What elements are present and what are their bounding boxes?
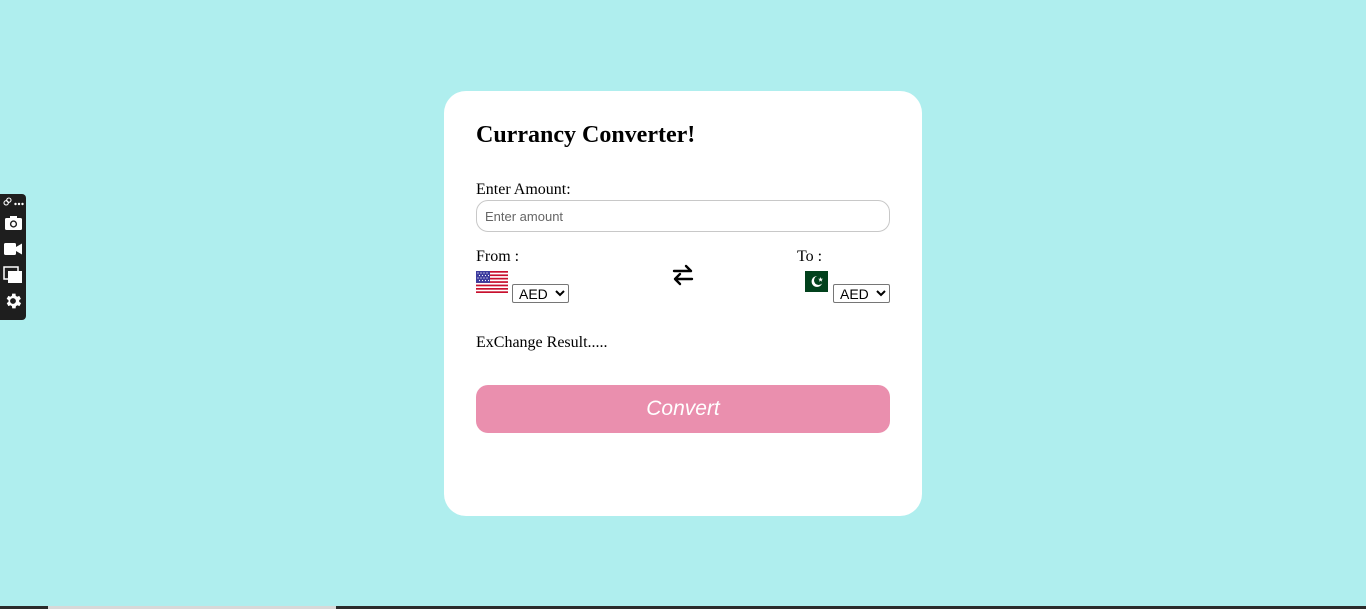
window-icon — [3, 266, 22, 283]
amount-label: Enter Amount: — [476, 181, 571, 198]
to-label: To : — [797, 248, 823, 265]
screenshot-button[interactable] — [2, 210, 24, 236]
from-currency-select[interactable]: AED — [512, 284, 569, 303]
converter-card: Currancy Converter! Enter Amount: From :… — [444, 91, 922, 516]
window-button[interactable] — [2, 262, 24, 288]
page-title: Currancy Converter! — [476, 122, 696, 148]
to-currency-select[interactable]: AED — [833, 284, 890, 303]
us-flag-icon — [476, 271, 508, 293]
camera-icon — [4, 216, 22, 230]
amount-input[interactable] — [476, 200, 890, 232]
more-icon[interactable] — [13, 193, 24, 211]
swap-arrows-icon[interactable] — [672, 263, 694, 287]
link-icon[interactable] — [2, 193, 12, 211]
convert-button[interactable]: Convert — [476, 385, 890, 433]
toolbar-header — [2, 193, 24, 211]
record-button[interactable] — [2, 236, 24, 262]
from-label: From : — [476, 248, 520, 265]
pk-flag-icon — [805, 271, 828, 292]
settings-button[interactable] — [2, 288, 24, 314]
exchange-result: ExChange Result..... — [476, 334, 608, 351]
gear-icon — [6, 293, 22, 309]
floating-toolbar — [0, 194, 26, 320]
video-icon — [4, 243, 22, 255]
